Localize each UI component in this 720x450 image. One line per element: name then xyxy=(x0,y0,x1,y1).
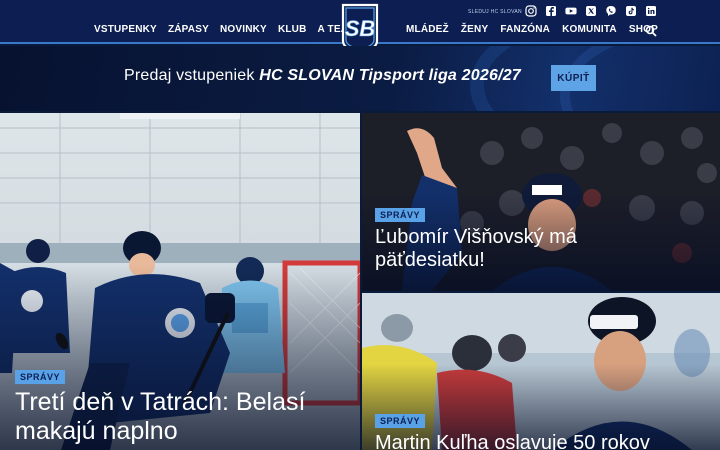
linkedin-icon[interactable] xyxy=(645,5,657,17)
nav-item-klub[interactable]: KLUB xyxy=(278,24,307,35)
follow-label: SLEDUJ HC SLOVAN xyxy=(468,9,522,15)
article-headline[interactable]: Ľubomír Višňovský má päťdesiatku! xyxy=(375,226,675,272)
nav-item-komunita[interactable]: KOMUNITA xyxy=(562,24,617,35)
nav-item-zeny[interactable]: ŽENY xyxy=(461,24,488,35)
promo-text-prefix: Predaj vstupeniek xyxy=(124,67,260,84)
article-headline[interactable]: Tretí deň v Tatrách: Belasí makajú napln… xyxy=(15,388,355,446)
nav-item-zapasy[interactable]: ZÁPASY xyxy=(168,24,209,35)
viber-icon[interactable] xyxy=(605,5,617,17)
article-card-kulha[interactable]: SPRÁVY Martin Kuľha oslavuje 50 rokov xyxy=(362,293,720,450)
instagram-icon[interactable] xyxy=(525,5,537,17)
logo-text: SB xyxy=(345,16,376,41)
nav-item-vstupenky[interactable]: VSTUPENKY xyxy=(94,24,157,35)
category-tag[interactable]: SPRÁVY xyxy=(375,208,426,222)
social-links xyxy=(525,5,657,17)
nav-item-mladez[interactable]: MLÁDEŽ xyxy=(406,24,449,35)
nav-right: MLÁDEŽ ŽENY FANZÓNA KOMUNITA SHOP xyxy=(406,24,658,35)
ticket-promo-banner: Predaj vstupeniek HC SLOVAN Tipsport lig… xyxy=(0,46,720,111)
buy-tickets-button[interactable]: KÚPIŤ xyxy=(551,65,596,91)
promo-text-emphasis: HC SLOVAN Tipsport liga 2026/27 xyxy=(259,67,521,84)
facebook-icon[interactable] xyxy=(545,5,557,17)
nav-item-fanzona[interactable]: FANZÓNA xyxy=(500,24,550,35)
x-icon[interactable] xyxy=(585,5,597,17)
youtube-icon[interactable] xyxy=(565,5,577,17)
article-card-visnovsky[interactable]: SPRÁVY Ľubomír Višňovský má päťdesiatku! xyxy=(362,113,720,291)
tiktok-icon[interactable] xyxy=(625,5,637,17)
category-tag[interactable]: SPRÁVY xyxy=(375,414,426,428)
article-headline[interactable]: Martin Kuľha oslavuje 50 rokov xyxy=(375,432,715,450)
category-tag[interactable]: SPRÁVY xyxy=(15,370,66,384)
nav-item-novinky[interactable]: NOVINKY xyxy=(220,24,267,35)
nav-left: VSTUPENKY ZÁPASY NOVINKY KLUB A TEAM xyxy=(94,24,357,35)
promo-text: Predaj vstupeniek HC SLOVAN Tipsport lig… xyxy=(124,67,521,85)
search-icon[interactable] xyxy=(645,25,657,37)
article-card-main[interactable]: SPRÁVY Tretí deň v Tatrách: Belasí makaj… xyxy=(0,113,360,450)
